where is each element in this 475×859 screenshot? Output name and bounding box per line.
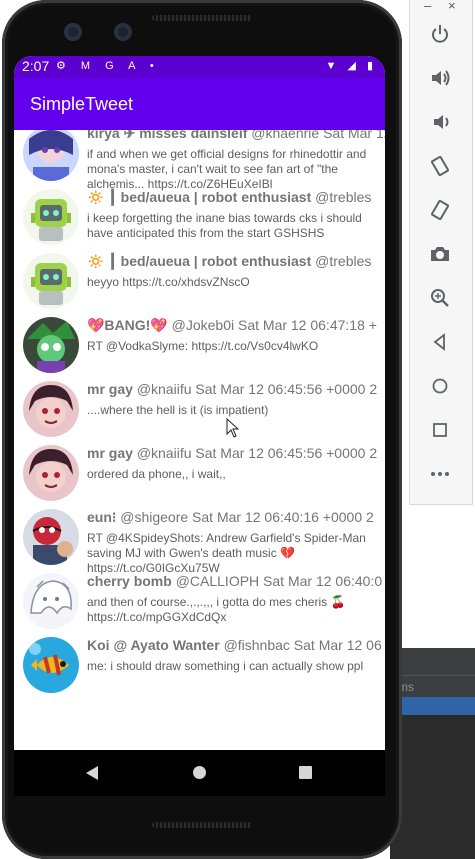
- tweet-handle-time: @trebles: [315, 253, 372, 269]
- tweet-author-name: eun⁝: [87, 509, 117, 525]
- close-button[interactable]: ×: [448, 0, 456, 13]
- tweet-handle-time: @knaiifu Sat Mar 12 06:45:56 +0000 2: [136, 445, 378, 461]
- tweet-body: i keep forgetting the inane bias towards…: [87, 211, 362, 240]
- top-speaker-grille: [152, 15, 252, 21]
- tweet-row[interactable]: 🔅 ┃ bed/aueua | robot enthusiast @treble…: [14, 249, 385, 313]
- tweet-author-name: Koi @ Ayato Wanter: [87, 637, 220, 653]
- tweet-author-name: mr gay: [87, 381, 133, 397]
- tweet-body: RT @VodkaSlyme: https://t.co/Vs0cv4lwKO: [87, 339, 319, 353]
- back-icon[interactable]: [426, 331, 454, 359]
- tweet-handle-time: @Jokeb0i Sat Mar 12 06:47:18 +: [171, 317, 377, 333]
- avatar[interactable]: [23, 130, 79, 181]
- avatar[interactable]: [23, 445, 79, 501]
- tweet-handle-time: @khaenrie Sat Mar 12: [251, 130, 385, 141]
- phone-screen: 2:07 ⚙ M G A • ▼ ◢ ▮ SimpleTweet kirya ✈…: [14, 56, 385, 750]
- avatar[interactable]: [23, 637, 79, 693]
- rotate-left-icon[interactable]: [426, 155, 454, 183]
- tweet-row[interactable]: 🔅 ┃ bed/aueua | robot enthusiast @treble…: [14, 185, 385, 249]
- status-system-icons: ▼ ◢ ▮: [325, 60, 377, 72]
- status-notification-icons: ⚙ M G A •: [56, 60, 160, 72]
- tweet-body: me: i should draw something i can actual…: [87, 659, 364, 673]
- avatar[interactable]: [23, 317, 79, 373]
- status-bar: 2:07 ⚙ M G A • ▼ ◢ ▮: [14, 56, 385, 78]
- power-icon[interactable]: [426, 23, 454, 51]
- overview-icon[interactable]: [426, 419, 454, 447]
- nav-back-icon[interactable]: [86, 766, 98, 780]
- tweet-handle-time: @knaiifu Sat Mar 12 06:45:56 +0000 2: [136, 381, 378, 397]
- front-camera-right-icon: [114, 23, 132, 41]
- tweet-author-name: 🔅 ┃ bed/aueua | robot enthusiast: [87, 189, 312, 205]
- tweet-body: and then of course.,.,.,,, i gotta do me…: [87, 595, 346, 624]
- volume-down-icon[interactable]: [426, 111, 454, 139]
- tweet-handle-time: @fishnbac Sat Mar 12 06: [223, 637, 382, 653]
- avatar[interactable]: [23, 573, 79, 629]
- mouse-pointer-icon: [226, 418, 240, 438]
- avatar[interactable]: [23, 189, 79, 245]
- tweet-feed[interactable]: kirya ✈ misses dainsleif @khaenrie Sat M…: [14, 130, 385, 750]
- background-ide-panel: ms: [390, 648, 475, 859]
- tweet-author-name: mr gay: [87, 445, 133, 461]
- nav-home-icon[interactable]: [193, 766, 206, 779]
- home-icon[interactable]: [426, 375, 454, 403]
- background-panel-selection: [390, 697, 475, 715]
- tweet-row[interactable]: 💖BANG!💖 @Jokeb0i Sat Mar 12 06:47:18 + R…: [14, 313, 385, 377]
- avatar[interactable]: [23, 509, 79, 565]
- android-navigation-bar: [14, 750, 385, 796]
- app-title: SimpleTweet: [30, 94, 134, 114]
- tweet-body: ordered da phone,, i wait,,: [87, 467, 226, 481]
- volume-up-icon[interactable]: [426, 67, 454, 95]
- tweet-handle-time: @CALLIOPH Sat Mar 12 06:40:0: [175, 573, 383, 589]
- tweet-row[interactable]: mr gay @knaiifu Sat Mar 12 06:45:56 +000…: [14, 441, 385, 505]
- background-panel-text: ms: [390, 675, 475, 697]
- tweet-row[interactable]: kirya ✈ misses dainsleif @khaenrie Sat M…: [14, 130, 385, 191]
- tweet-handle-time: @shigeore Sat Mar 12 06:40:16 +0000 2: [120, 509, 374, 525]
- rotate-right-icon[interactable]: [426, 199, 454, 227]
- tweet-body: ....where the hell is it (is impatient): [87, 403, 269, 417]
- app-bar: SimpleTweet: [14, 78, 385, 130]
- avatar[interactable]: [23, 253, 79, 309]
- front-camera-left-icon: [64, 23, 82, 41]
- tweet-author-name: kirya ✈ misses dainsleif: [87, 130, 248, 141]
- tweet-author-name: 🔅 ┃ bed/aueua | robot enthusiast: [87, 253, 312, 269]
- tweet-row[interactable]: eun⁝ @shigeore Sat Mar 12 06:40:16 +0000…: [14, 505, 385, 575]
- avatar[interactable]: [23, 381, 79, 437]
- tweet-author-name: 💖BANG!💖: [87, 317, 168, 333]
- tweet-author-name: cherry bomb: [87, 573, 172, 589]
- zoom-icon[interactable]: [426, 287, 454, 315]
- more-icon[interactable]: [426, 463, 454, 491]
- nav-recents-icon[interactable]: [299, 766, 312, 779]
- status-time: 2:07: [22, 58, 50, 74]
- tweet-handle-time: @trebles: [315, 189, 372, 205]
- bottom-speaker-grille: [152, 822, 252, 828]
- tweet-body: heyyo https://t.co/xhdsvZNscO: [87, 275, 250, 289]
- camera-icon[interactable]: [426, 243, 454, 271]
- minimize-button[interactable]: –: [424, 0, 431, 13]
- tweet-row[interactable]: cherry bomb @CALLIOPH Sat Mar 12 06:40:0…: [14, 569, 385, 633]
- tweet-row[interactable]: mr gay @knaiifu Sat Mar 12 06:45:56 +000…: [14, 377, 385, 441]
- tweet-row[interactable]: Koi @ Ayato Wanter @fishnbac Sat Mar 12 …: [14, 633, 385, 697]
- background-panel-body: [390, 715, 475, 859]
- emulator-toolbar: – ×: [409, 0, 473, 505]
